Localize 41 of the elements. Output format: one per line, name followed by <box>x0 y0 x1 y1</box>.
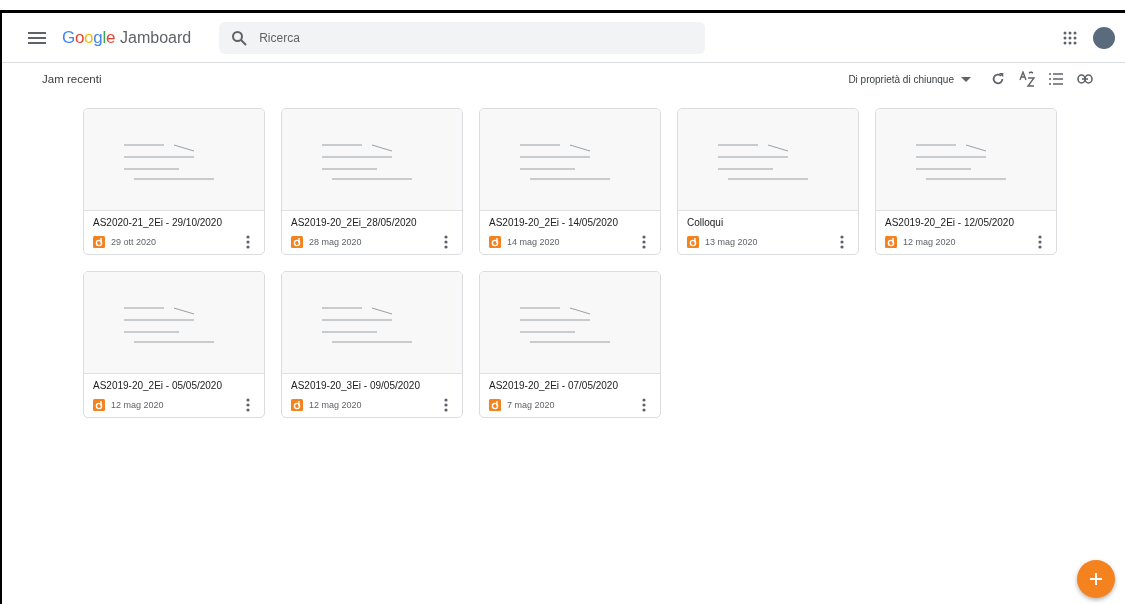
jam-card[interactable]: AS2019-20_2Ei - 05/05/2020 12 mag 2020 <box>83 271 265 418</box>
jam-date: 7 mag 2020 <box>507 400 555 410</box>
jam-date: 29 ott 2020 <box>111 237 157 247</box>
jamboard-icon <box>93 236 105 248</box>
jam-title: AS2019-20_2Ei - 12/05/2020 <box>885 217 1015 228</box>
jam-title: AS2019-20_2Ei_28/05/2020 <box>291 217 418 228</box>
jam-title: AS2019-20_2Ei - 14/05/2020 <box>489 217 619 228</box>
jam-title: AS2019-20_3Ei - 09/05/2020 <box>291 380 421 391</box>
google-logo: Google <box>62 27 116 48</box>
owner-filter-dropdown[interactable]: Di proprietà di chiunque <box>846 71 973 87</box>
caret-icon <box>961 76 971 82</box>
jam-date: 12 mag 2020 <box>309 400 362 410</box>
jam-title: AS2019-20_2Ei - 05/05/2020 <box>93 380 223 391</box>
jam-card[interactable]: AS2019-20_2Ei - 12/05/2020 12 mag 2020 <box>875 108 1057 255</box>
jamboard-icon <box>489 236 501 248</box>
jam-card[interactable]: AS2019-20_2Ei - 07/05/2020 7 mag 2020 <box>479 271 661 418</box>
jam-card[interactable]: AS2019-20_3Ei - 09/05/2020 12 mag 2020 <box>281 271 463 418</box>
section-title: Jam recenti <box>42 73 102 85</box>
jamboard-icon <box>489 399 501 411</box>
jamboard-icon <box>93 399 105 411</box>
jam-title: AS2019-20_2Ei - 07/05/2020 <box>489 380 619 391</box>
jam-date: 12 mag 2020 <box>111 400 164 410</box>
jam-date: 28 mag 2020 <box>309 237 362 247</box>
account-avatar[interactable] <box>1093 26 1115 49</box>
jamboard-icon <box>291 236 303 248</box>
jam-title: AS2020-21_2Ei - 29/10/2020 <box>93 217 223 228</box>
jamboard-icon <box>885 236 897 248</box>
search-field[interactable]: Ricerca <box>219 21 706 54</box>
jam-card[interactable]: AS2020-21_2Ei - 29/10/2020 29 ott 2020 <box>83 108 265 255</box>
jam-card[interactable]: Colloqui 13 mag 2020 <box>677 108 859 255</box>
jam-date: 14 mag 2020 <box>507 237 560 247</box>
jam-card[interactable]: AS2019-20_2Ei - 14/05/2020 14 mag 2020 <box>479 108 661 255</box>
jam-title: Colloqui <box>687 217 725 228</box>
jamboard-icon <box>687 236 699 248</box>
new-jam-button[interactable] <box>1077 560 1115 598</box>
jam-date: 13 mag 2020 <box>705 237 758 247</box>
plus-icon <box>1089 572 1103 586</box>
jam-date: 12 mag 2020 <box>903 237 956 247</box>
jam-card[interactable]: AS2019-20_2Ei_28/05/2020 28 mag 2020 <box>281 108 463 255</box>
product-name: Jamboard <box>120 28 192 47</box>
jamboard-icon <box>291 399 303 411</box>
